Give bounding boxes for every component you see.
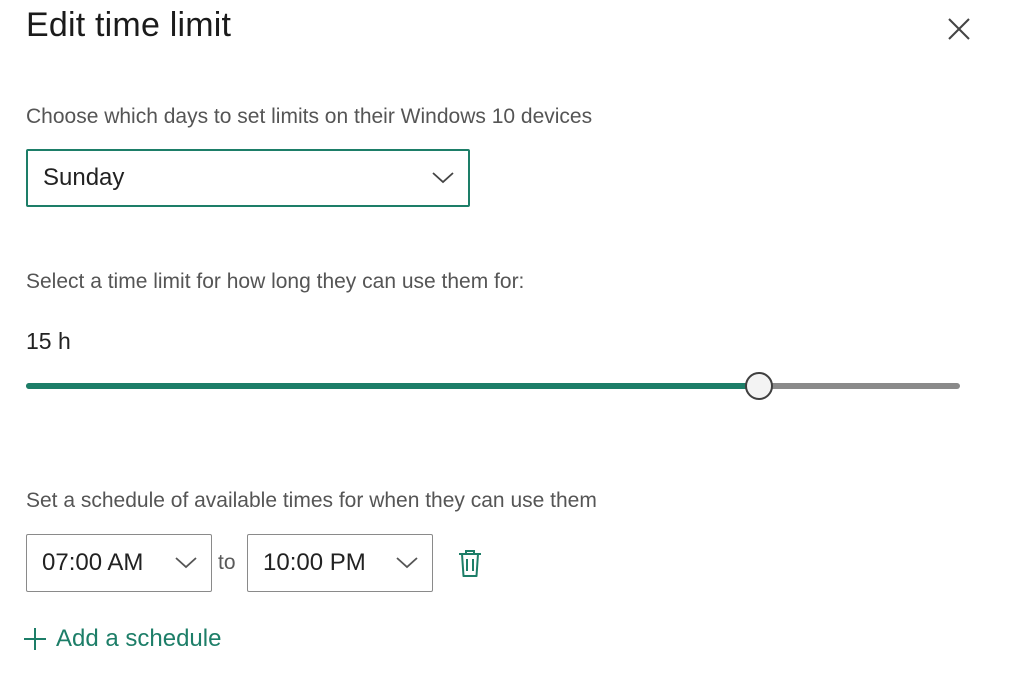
start-time-select[interactable]: 07:00 AM: [26, 534, 212, 592]
delete-schedule-button[interactable]: [455, 548, 485, 580]
chevron-down-icon: [396, 557, 418, 569]
time-limit-value: 15 h: [26, 328, 71, 354]
close-button[interactable]: [942, 12, 976, 46]
slider-thumb[interactable]: [745, 372, 774, 400]
chevron-down-icon: [175, 557, 197, 569]
end-time-value: 10:00 PM: [263, 549, 366, 576]
day-select[interactable]: Sunday: [26, 149, 470, 207]
to-separator: to: [218, 551, 236, 574]
dialog-title: Edit time limit: [26, 6, 232, 44]
time-limit-slider[interactable]: [26, 366, 960, 406]
days-label: Choose which days to set limits on their…: [26, 105, 593, 128]
schedule-label: Set a schedule of available times for wh…: [26, 489, 597, 512]
start-time-value: 07:00 AM: [42, 549, 144, 576]
trash-icon: [459, 550, 481, 577]
add-schedule-label: Add a schedule: [56, 625, 222, 652]
day-select-value: Sunday: [43, 164, 125, 191]
time-limit-label: Select a time limit for how long they ca…: [26, 270, 525, 293]
close-icon: [948, 18, 970, 40]
end-time-select[interactable]: 10:00 PM: [247, 534, 433, 592]
slider-fill: [26, 383, 760, 389]
chevron-down-icon: [432, 172, 454, 184]
add-schedule-button[interactable]: Add a schedule: [22, 622, 221, 656]
plus-icon: [24, 628, 46, 650]
